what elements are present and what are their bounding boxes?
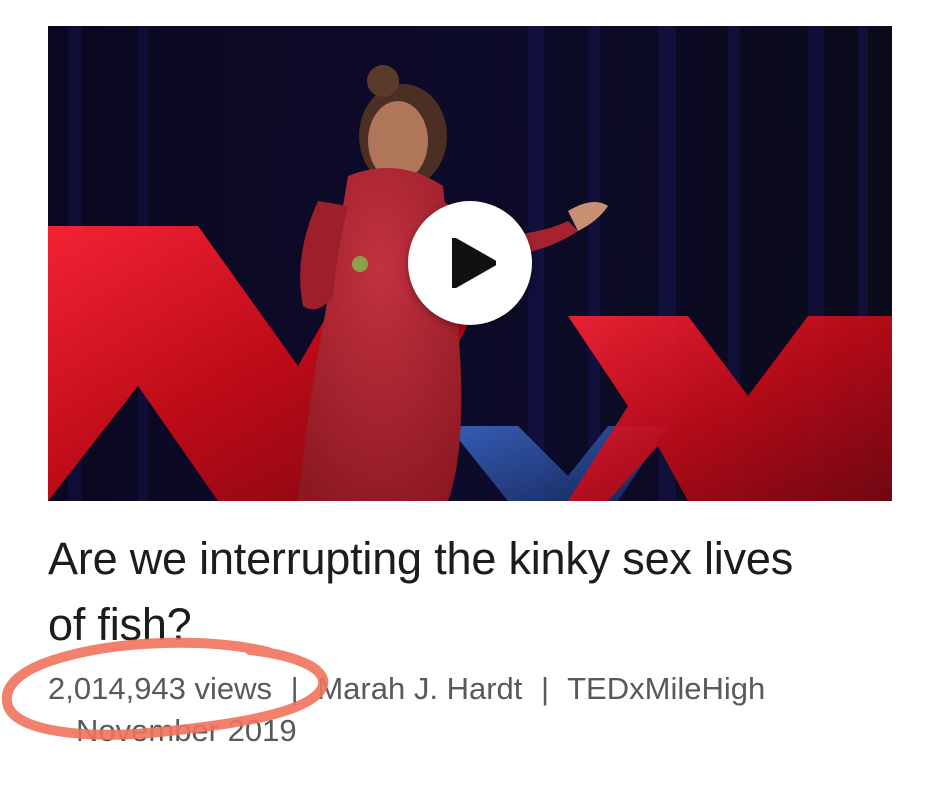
view-count: 2,014,943 views <box>48 671 273 706</box>
talk-meta: 2,014,943 views | Marah J. Hardt | TEDxM… <box>48 668 888 710</box>
video-thumbnail[interactable] <box>48 26 892 501</box>
event-name[interactable]: TEDxMileHigh <box>567 671 765 706</box>
play-button[interactable] <box>408 201 532 325</box>
talk-card: Are we interrupting the kinky sex lives … <box>0 0 940 788</box>
play-icon <box>452 238 496 288</box>
talk-title[interactable]: Are we interrupting the kinky sex lives … <box>48 526 808 658</box>
meta-separator: | <box>541 671 550 706</box>
speaker-name[interactable]: Marah J. Hardt <box>317 671 522 706</box>
meta-separator: | <box>290 671 299 706</box>
talk-date: November 2019 <box>76 713 297 748</box>
